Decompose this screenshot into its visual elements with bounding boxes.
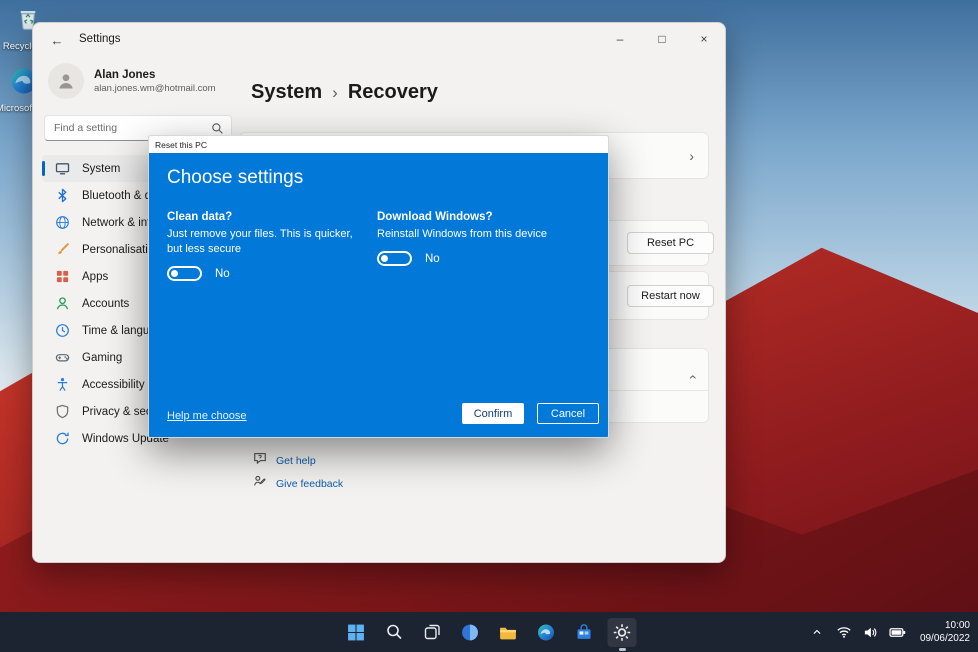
dialog-title: Reset this PC bbox=[155, 140, 207, 150]
gear-icon bbox=[613, 623, 632, 642]
toggle-switch-icon[interactable] bbox=[167, 266, 202, 281]
minimize-icon: – bbox=[617, 32, 624, 46]
task-view-button[interactable] bbox=[418, 618, 447, 647]
breadcrumb-separator-icon: › bbox=[332, 83, 338, 103]
option-title: Download Windows? bbox=[377, 211, 595, 223]
give-feedback-link[interactable]: Give feedback bbox=[253, 474, 343, 493]
breadcrumb: System › Recovery bbox=[251, 81, 438, 104]
start-button[interactable] bbox=[342, 618, 371, 647]
profile-email: alan.jones.wm@hotmail.com bbox=[94, 83, 216, 94]
profile-name: Alan Jones bbox=[94, 69, 216, 81]
avatar bbox=[48, 63, 84, 99]
wifi-icon[interactable] bbox=[835, 623, 853, 641]
battery-icon[interactable] bbox=[889, 623, 907, 641]
minimize-button[interactable]: – bbox=[599, 23, 641, 54]
close-button[interactable]: × bbox=[683, 23, 725, 54]
update-icon bbox=[54, 431, 70, 447]
give-feedback-label: Give feedback bbox=[276, 478, 343, 490]
get-help-label: Get help bbox=[276, 455, 316, 467]
file-explorer-button[interactable] bbox=[494, 618, 523, 647]
back-button[interactable]: ← bbox=[45, 29, 69, 51]
feedback-icon bbox=[253, 474, 267, 493]
sidebar-item-label: Apps bbox=[82, 271, 108, 283]
dialog-body: Choose settings Clean data? Just remove … bbox=[149, 153, 608, 438]
close-icon: × bbox=[700, 32, 707, 46]
apps-grid-icon bbox=[54, 269, 70, 285]
volume-icon[interactable] bbox=[862, 623, 880, 641]
file-explorer-icon bbox=[499, 623, 518, 642]
globe-icon bbox=[54, 215, 70, 231]
help-me-choose-link[interactable]: Help me choose bbox=[167, 410, 247, 422]
clean-data-toggle[interactable]: No bbox=[167, 266, 369, 281]
window-title: Settings bbox=[79, 33, 121, 45]
task-view-icon bbox=[423, 623, 441, 641]
sidebar-item-label: Gaming bbox=[82, 352, 122, 364]
get-help-link[interactable]: Get help bbox=[253, 451, 316, 470]
clock[interactable]: 10:00 09/06/2022 bbox=[916, 619, 970, 645]
shield-icon bbox=[54, 404, 70, 420]
edge-button[interactable] bbox=[532, 618, 561, 647]
download-windows-toggle[interactable]: No bbox=[377, 251, 595, 266]
reset-pc-button[interactable]: Reset PC bbox=[627, 232, 714, 254]
breadcrumb-root[interactable]: System bbox=[251, 81, 322, 104]
clock-icon bbox=[54, 323, 70, 339]
bluetooth-icon bbox=[54, 188, 70, 204]
toggle-state-label: No bbox=[425, 253, 440, 265]
sidebar-item-label: Accessibility bbox=[82, 379, 145, 391]
option-description: Reinstall Windows from this device bbox=[377, 227, 595, 242]
toggle-knob bbox=[171, 270, 178, 277]
search-button[interactable] bbox=[380, 618, 409, 647]
settings-button[interactable] bbox=[608, 618, 637, 647]
person-icon bbox=[54, 296, 70, 312]
toggle-switch-icon[interactable] bbox=[377, 251, 412, 266]
option-description: Just remove your files. This is quicker,… bbox=[167, 227, 369, 257]
search-icon bbox=[385, 623, 403, 641]
chevron-up-icon: › bbox=[684, 375, 700, 380]
option-title: Clean data? bbox=[167, 211, 369, 223]
reset-pc-dialog: Reset this PC Choose settings Clean data… bbox=[148, 135, 609, 438]
page-title: Recovery bbox=[348, 81, 438, 104]
windows-logo-icon bbox=[347, 623, 366, 642]
desktop: Recycle Bin Microsoft Edge ← Settings – … bbox=[0, 0, 978, 652]
maximize-icon: □ bbox=[658, 32, 665, 46]
toggle-state-label: No bbox=[215, 268, 230, 280]
widgets-icon bbox=[461, 623, 480, 642]
hidden-icons-chevron-icon[interactable] bbox=[808, 623, 826, 641]
selection-indicator bbox=[42, 161, 45, 176]
option-clean-data: Clean data? Just remove your files. This… bbox=[167, 211, 369, 281]
accessibility-icon bbox=[54, 377, 70, 393]
gamepad-icon bbox=[54, 350, 70, 366]
widgets-button[interactable] bbox=[456, 618, 485, 647]
sidebar-item-label: System bbox=[82, 163, 120, 175]
tray-date: 09/06/2022 bbox=[920, 632, 970, 645]
confirm-button[interactable]: Confirm bbox=[462, 403, 524, 424]
window-titlebar: ← Settings – □ × bbox=[33, 23, 725, 57]
help-icon bbox=[253, 451, 267, 470]
dialog-titlebar: Reset this PC bbox=[149, 136, 608, 153]
edge-icon bbox=[537, 623, 556, 642]
system-tray: 10:00 09/06/2022 bbox=[808, 612, 970, 652]
account-profile[interactable]: Alan Jones alan.jones.wm@hotmail.com bbox=[48, 63, 230, 99]
cancel-button[interactable]: Cancel bbox=[537, 403, 599, 424]
store-button[interactable] bbox=[570, 618, 599, 647]
sidebar-item-label: Accounts bbox=[82, 298, 129, 310]
store-icon bbox=[575, 623, 594, 642]
brush-icon bbox=[54, 242, 70, 258]
option-download-windows: Download Windows? Reinstall Windows from… bbox=[377, 211, 595, 266]
back-arrow-icon: ← bbox=[51, 33, 64, 48]
dialog-heading: Choose settings bbox=[167, 167, 303, 189]
maximize-button[interactable]: □ bbox=[641, 23, 683, 54]
toggle-knob bbox=[381, 255, 388, 262]
restart-now-button[interactable]: Restart now bbox=[627, 285, 714, 307]
taskbar: 10:00 09/06/2022 bbox=[0, 612, 978, 652]
monitor-icon bbox=[54, 161, 70, 177]
tray-time: 10:00 bbox=[920, 619, 970, 632]
chevron-right-icon: › bbox=[689, 148, 694, 164]
